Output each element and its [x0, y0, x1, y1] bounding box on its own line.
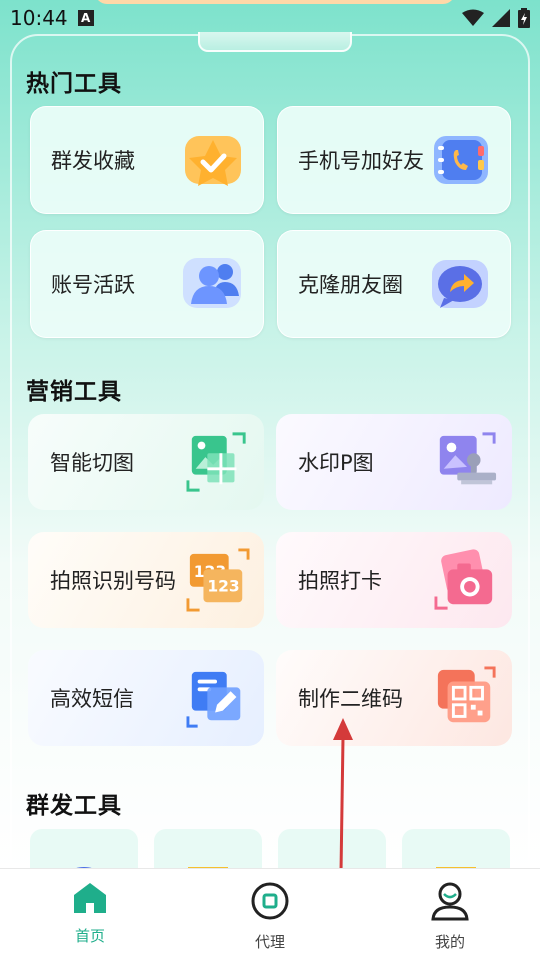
section-title-marketing: 营销工具 — [26, 379, 122, 405]
share-arrow-icon — [428, 252, 492, 316]
tool-card-efficient-sms[interactable]: 高效短信 — [28, 650, 264, 746]
tool-card-clone-moments[interactable]: 克隆朋友圈 — [277, 230, 511, 338]
star-check-icon — [181, 128, 245, 192]
nav-label-agent: 代理 — [254, 933, 285, 951]
users-icon — [181, 252, 245, 316]
tool-label: 拍照打卡 — [298, 569, 382, 593]
tool-card-watermark[interactable]: 水印P图 — [276, 414, 512, 510]
bottom-navigation: 首页 代理 我的 — [0, 868, 540, 961]
tool-card-photo-number[interactable]: 拍照识别号码 123 123 — [28, 532, 264, 628]
tool-label: 群发收藏 — [51, 149, 135, 173]
image-crop-icon — [186, 430, 250, 494]
tool-label: 水印P图 — [298, 451, 374, 475]
section-title-hot: 热门工具 — [26, 71, 122, 97]
number-scan-icon: 123 123 — [186, 548, 250, 612]
camera-icon — [434, 548, 498, 612]
tool-card-account-active[interactable]: 账号活跃 — [30, 230, 264, 338]
status-time: 10:44 — [10, 6, 68, 30]
notification-icon: A — [77, 10, 94, 26]
watermark-stamp-icon — [434, 430, 498, 494]
tool-label: 手机号加好友 — [298, 149, 424, 173]
tool-card-mass-favorites[interactable]: 群发收藏 — [30, 106, 264, 214]
home-icon — [74, 883, 106, 913]
qrcode-icon — [434, 666, 498, 730]
nav-item-home[interactable]: 首页 — [0, 869, 180, 961]
tool-label: 制作二维码 — [298, 687, 403, 711]
nav-item-agent[interactable]: 代理 — [180, 869, 360, 961]
nav-label-home: 首页 — [74, 927, 105, 945]
section-title-mass: 群发工具 — [26, 793, 122, 819]
profile-icon — [431, 882, 469, 921]
tool-card-photo-checkin[interactable]: 拍照打卡 — [276, 532, 512, 628]
tool-card-make-qrcode[interactable]: 制作二维码 — [276, 650, 512, 746]
wifi-icon — [462, 9, 484, 26]
nav-item-mine[interactable]: 我的 — [360, 869, 540, 961]
tool-label: 智能切图 — [50, 451, 134, 475]
status-bar: 10:44 A — [0, 0, 540, 36]
tool-label: 克隆朋友圈 — [298, 273, 403, 297]
nav-label-mine: 我的 — [434, 933, 465, 951]
tool-label: 账号活跃 — [51, 273, 135, 297]
tool-label: 拍照识别号码 — [50, 569, 176, 593]
tool-card-smart-crop[interactable]: 智能切图 — [28, 414, 264, 510]
sms-edit-icon — [186, 666, 250, 730]
svg-text:123: 123 — [207, 578, 239, 596]
agent-icon — [251, 882, 289, 920]
battery-icon — [518, 8, 530, 28]
signal-icon — [492, 9, 510, 27]
tool-card-phone-add-friend[interactable]: 手机号加好友 — [277, 106, 511, 214]
tool-label: 高效短信 — [50, 687, 134, 711]
phone-book-icon — [428, 128, 492, 192]
